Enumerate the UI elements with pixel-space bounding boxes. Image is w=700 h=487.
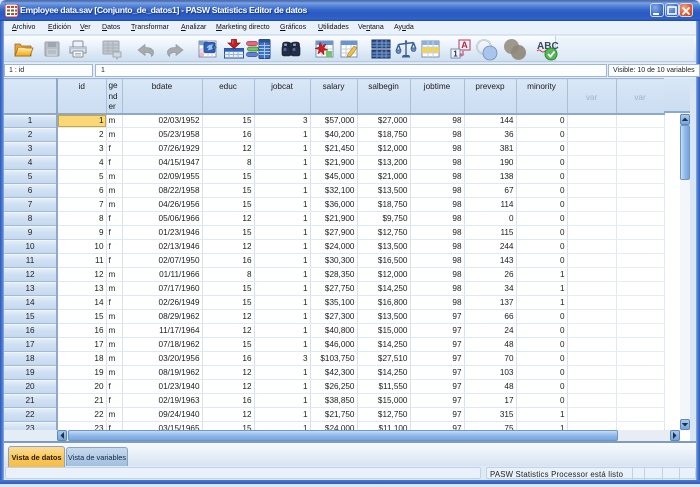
- svg-text:A: A: [461, 40, 468, 50]
- svg-text:1: 1: [453, 50, 458, 59]
